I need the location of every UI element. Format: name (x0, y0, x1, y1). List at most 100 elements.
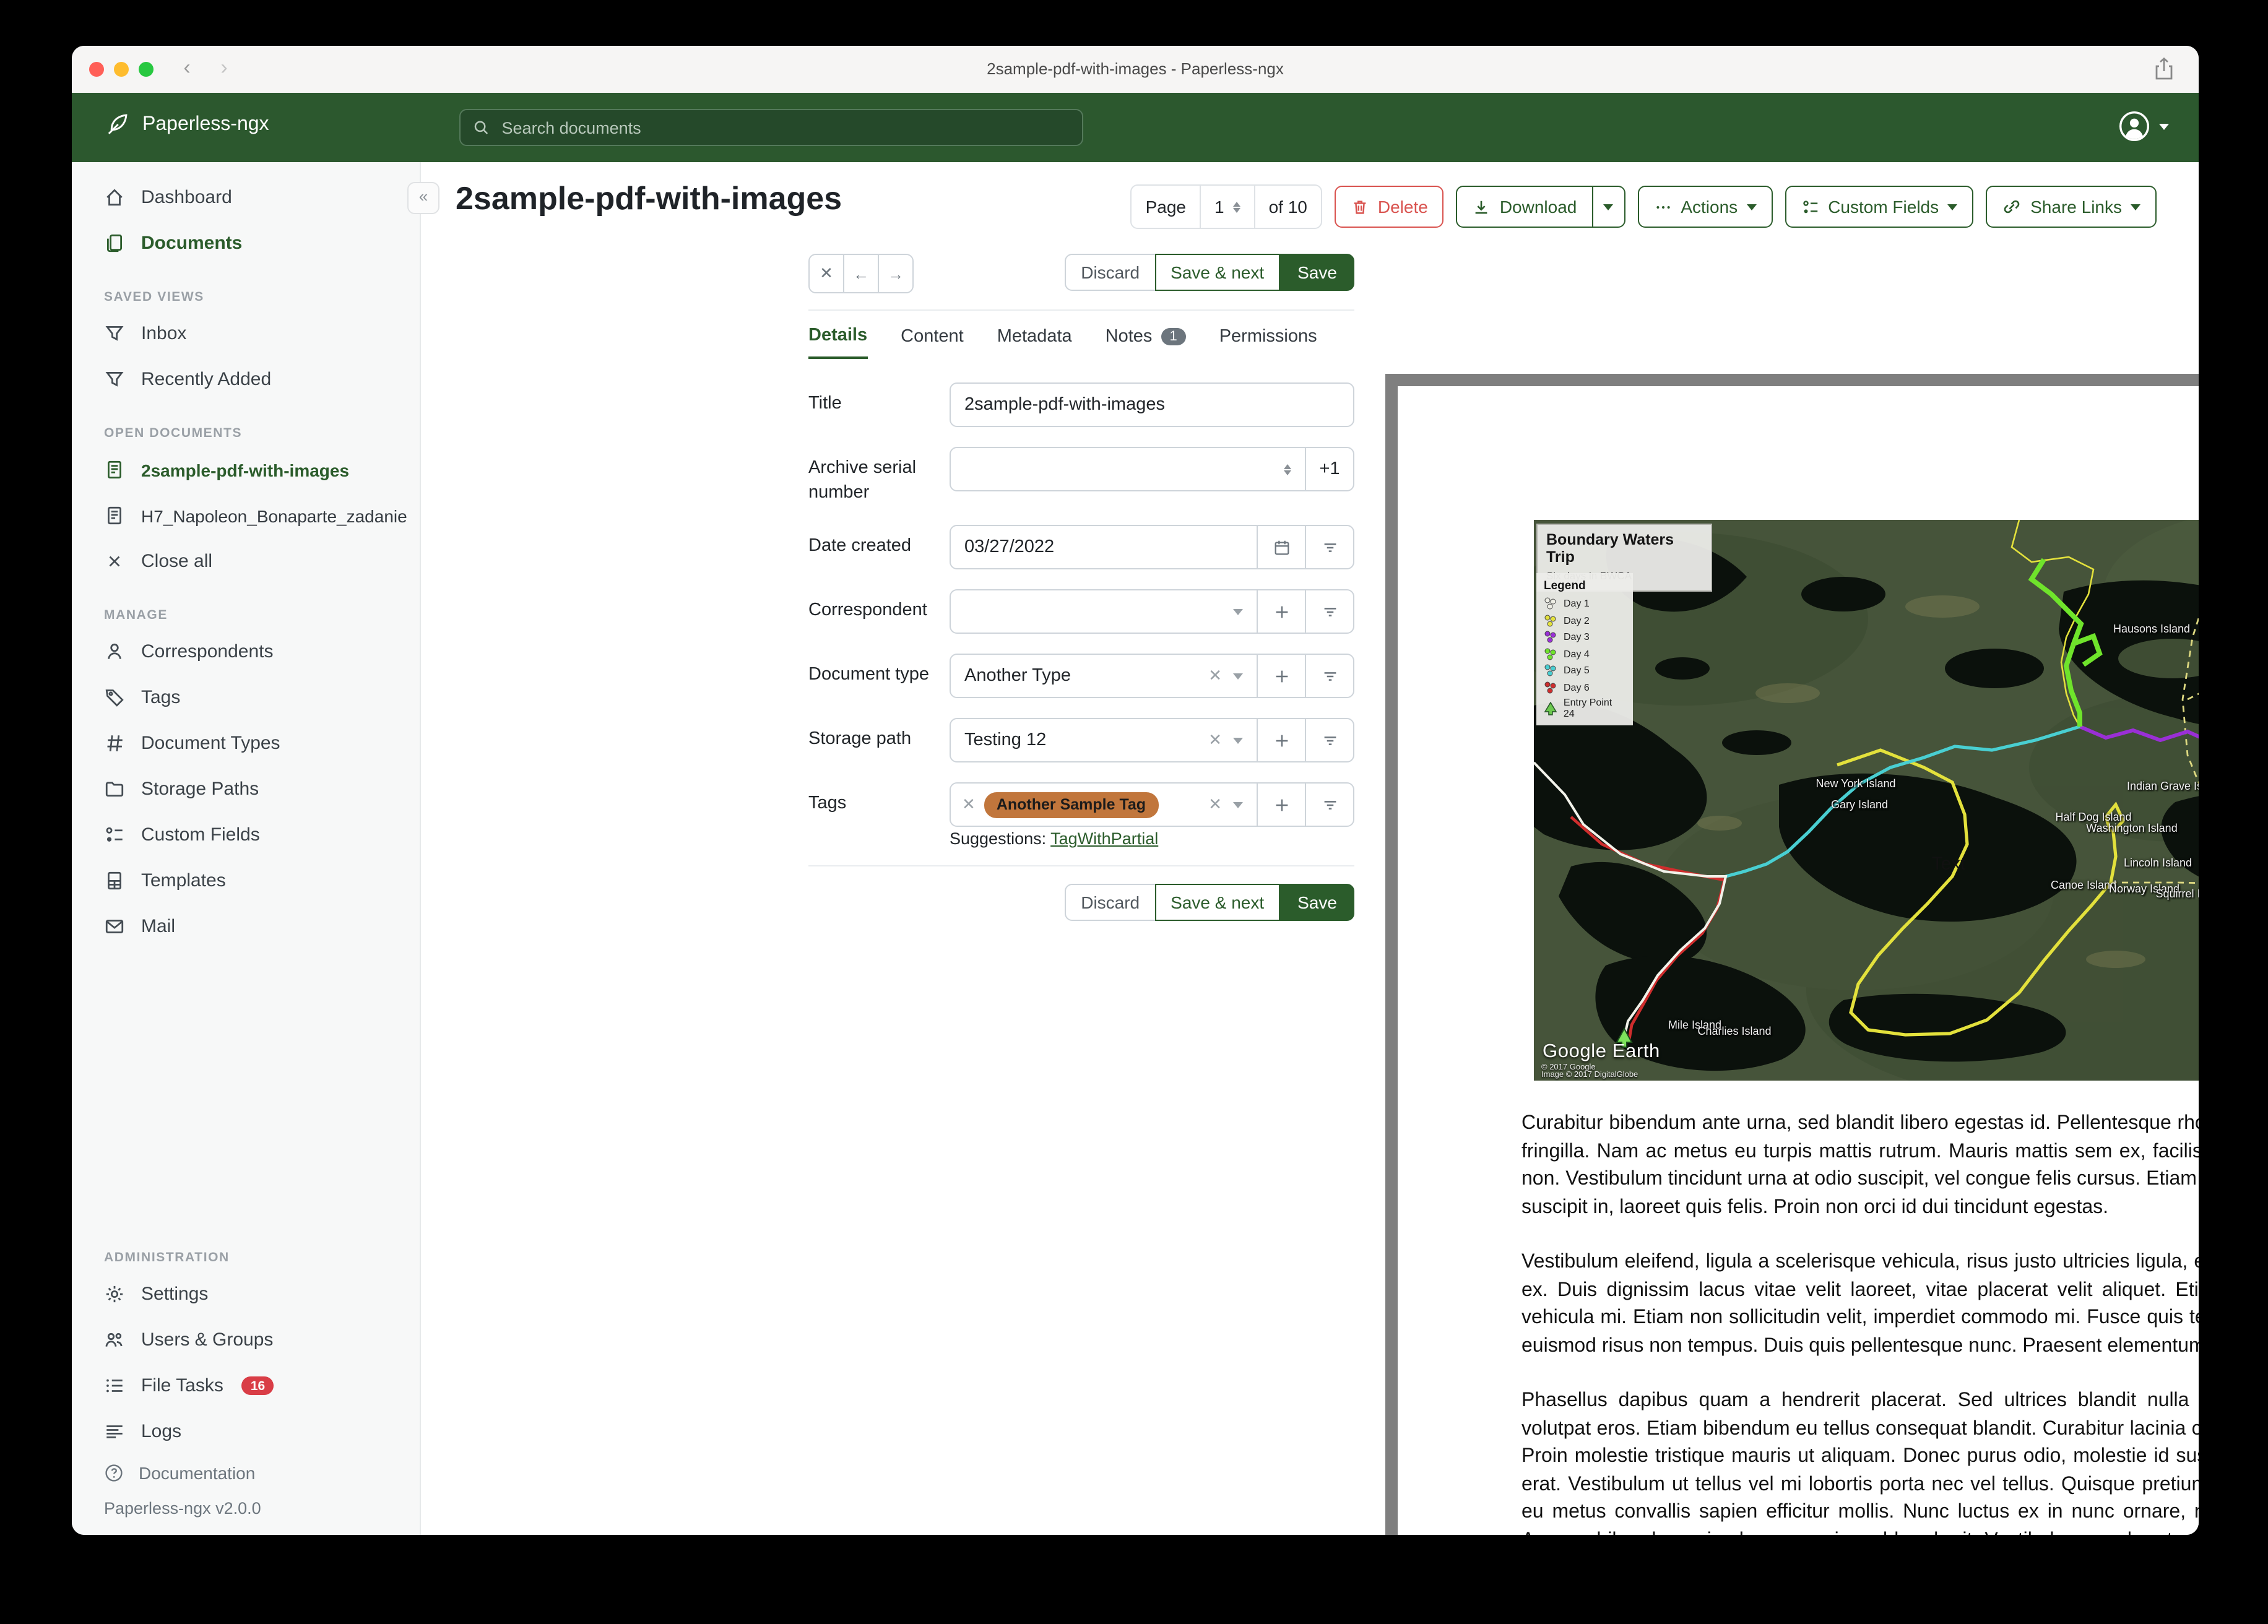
page-number-input[interactable]: 1 (1200, 186, 1254, 228)
clear-icon[interactable]: ✕ (1208, 795, 1222, 814)
previous-document-button[interactable]: ← (843, 255, 878, 292)
tag-icon (105, 689, 124, 707)
date-picker-button[interactable] (1257, 525, 1306, 570)
map-island-label: Indian Grave Island (2126, 780, 2199, 792)
sidebar-item-correspondents[interactable]: Correspondents (72, 629, 420, 675)
save-next-button[interactable]: Save & next (1154, 254, 1281, 291)
map-text-annotation: Text (1931, 853, 1966, 875)
discard-button[interactable]: Discard (1065, 884, 1156, 922)
document-body-text: Curabitur bibendum ante urna, sed blandi… (1521, 1110, 2199, 1535)
sidebar-item-dashboard[interactable]: Dashboard (72, 175, 420, 220)
sidebar-item-mail[interactable]: Mail (72, 904, 420, 949)
save-button[interactable]: Save (1280, 254, 1354, 291)
add-storage-path-button[interactable] (1257, 718, 1306, 763)
file-text-icon (108, 460, 121, 479)
app-brand[interactable]: Paperless-ngx (104, 111, 269, 137)
edit-nav-row: ✕ ← → Discard Save & next Save (808, 254, 1354, 293)
add-correspondent-button[interactable] (1257, 589, 1306, 634)
gear-icon (106, 1285, 123, 1303)
add-tag-button[interactable] (1257, 782, 1306, 827)
map-legend-label: Day 5 (1564, 665, 1590, 676)
sidebar-item-logs[interactable]: Logs (72, 1409, 420, 1454)
sidebar-item-documents[interactable]: Documents (72, 220, 420, 266)
page-stepper-icon[interactable] (1232, 201, 1240, 212)
route-dots-icon (1544, 631, 1556, 643)
sidebar-item-open-doc-1[interactable]: 2sample-pdf-with-images (72, 447, 420, 493)
sidebar-item-users-groups[interactable]: Users & Groups (72, 1317, 420, 1363)
save-next-button[interactable]: Save & next (1154, 884, 1281, 922)
sidebar-item-file-tasks[interactable]: File Tasks 16 (72, 1363, 420, 1409)
date-filter-button[interactable] (1305, 525, 1354, 570)
save-button[interactable]: Save (1280, 884, 1354, 922)
sidebar-item-label: Document Types (141, 733, 280, 754)
clear-icon[interactable]: ✕ (1208, 730, 1222, 750)
tag-suggestion-link[interactable]: TagWithPartial (1050, 829, 1158, 848)
sidebar-item-custom-fields[interactable]: Custom Fields (72, 812, 420, 858)
sidebar-item-recently-added[interactable]: Recently Added (72, 356, 420, 402)
asn-input[interactable] (950, 447, 1306, 491)
sidebar-item-label: Templates (141, 870, 226, 891)
sidebar-item-storage-paths[interactable]: Storage Paths (72, 766, 420, 812)
sidebar-collapse-button[interactable]: « (407, 182, 439, 214)
sidebar-item-templates[interactable]: Templates (72, 858, 420, 904)
pdf-preview-pane[interactable]: Boundary Waters Trip Six days in BWCA Le… (1385, 374, 2199, 1535)
map-legend-label: Day 1 (1564, 598, 1590, 609)
custom-fields-button[interactable]: Custom Fields (1785, 186, 1974, 228)
filter-icon (105, 326, 124, 341)
sidebar-item-label: Storage Paths (141, 779, 259, 800)
delete-button[interactable]: Delete (1334, 186, 1444, 228)
remove-tag-icon[interactable]: ✕ (962, 795, 976, 814)
tab-content[interactable]: Content (901, 326, 964, 359)
tags-filter-button[interactable] (1305, 782, 1354, 827)
document-type-filter-button[interactable] (1305, 654, 1354, 699)
asn-stepper-icon[interactable] (1284, 464, 1291, 475)
page-count-label: of 10 (1253, 186, 1321, 228)
sidebar-item-tags[interactable]: Tags (72, 675, 420, 720)
storage-path-select[interactable]: Testing 12 ✕ (950, 718, 1258, 763)
sidebar-item-inbox[interactable]: Inbox (72, 311, 420, 356)
asn-increment-button[interactable]: +1 (1305, 447, 1354, 491)
share-icon[interactable] (2154, 57, 2174, 80)
next-document-button[interactable]: → (878, 255, 912, 292)
sidebar-item-open-doc-2[interactable]: H7_Napoleon_Bonaparte_zadanie (72, 493, 420, 538)
actions-button[interactable]: Actions (1637, 186, 1773, 228)
clear-icon[interactable]: ✕ (1208, 666, 1222, 686)
title-input[interactable]: 2sample-pdf-with-images (950, 382, 1354, 427)
sidebar-item-document-types[interactable]: Document Types (72, 720, 420, 766)
help-circle-icon (105, 1464, 123, 1482)
select-caret-icon (1233, 673, 1243, 680)
tags-select[interactable]: ✕ Another Sample Tag ✕ (950, 782, 1258, 827)
save-button-group: Discard Save & next Save (1065, 254, 1354, 291)
search-input[interactable] (499, 117, 1070, 138)
close-document-button[interactable]: ✕ (810, 255, 843, 292)
tab-metadata[interactable]: Metadata (997, 326, 1072, 359)
tab-notes[interactable]: Notes 1 (1106, 326, 1186, 359)
tag-chip[interactable]: Another Sample Tag (984, 792, 1159, 818)
global-search[interactable] (459, 109, 1083, 146)
asn-field-label: Archive serial number (808, 458, 917, 503)
download-button[interactable]: Download (1456, 186, 1593, 228)
add-document-type-button[interactable] (1257, 654, 1306, 699)
document-type-select[interactable]: Another Type ✕ (950, 654, 1258, 699)
download-options-caret[interactable] (1593, 186, 1625, 228)
documents-icon (106, 234, 123, 253)
map-island-label: Lincoln Island (2123, 857, 2192, 869)
share-links-button[interactable]: Share Links (1986, 186, 2157, 228)
storage-path-filter-button[interactable] (1305, 718, 1354, 763)
paragraph: Vestibulum eleifend, ligula a scelerisqu… (1521, 1251, 2199, 1356)
date-created-input[interactable]: 03/27/2022 (950, 525, 1258, 570)
correspondent-select[interactable] (950, 589, 1258, 634)
map-island-label: Canoe Island (2050, 879, 2117, 891)
user-menu[interactable] (2118, 110, 2169, 142)
tab-details[interactable]: Details (808, 326, 868, 359)
tab-permissions[interactable]: Permissions (1219, 326, 1317, 359)
app-window: ‹ › 2sample-pdf-with-images - Paperless-… (72, 46, 2199, 1535)
users-icon (105, 1332, 123, 1347)
correspondent-label: Correspondent (808, 600, 927, 621)
sidebar-item-documentation[interactable]: Documentation (72, 1454, 420, 1492)
sidebar-item-settings[interactable]: Settings (72, 1271, 420, 1317)
discard-button[interactable]: Discard (1065, 254, 1156, 291)
doc-nav-group: ✕ ← → (808, 254, 914, 293)
sidebar-item-close-all[interactable]: Close all (72, 538, 420, 584)
correspondent-filter-button[interactable] (1305, 589, 1354, 634)
